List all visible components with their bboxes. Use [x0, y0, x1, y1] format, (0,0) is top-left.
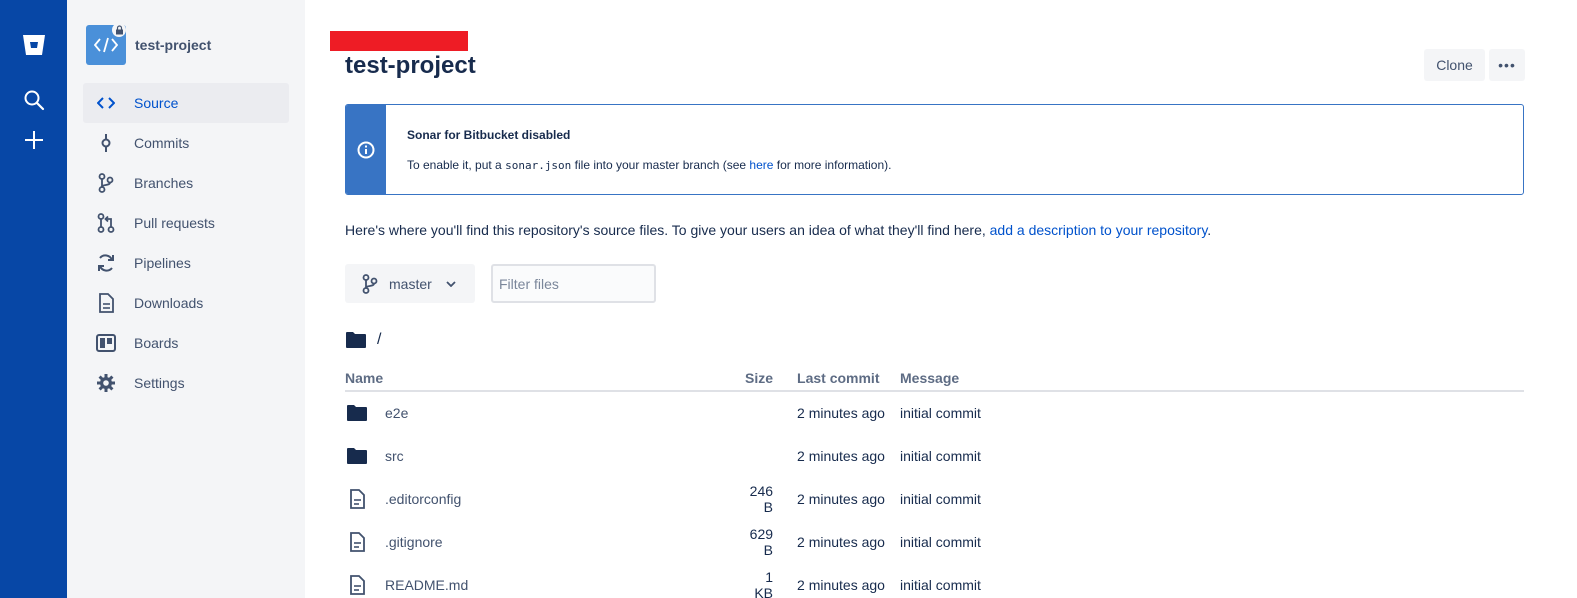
- file-last-commit: 2 minutes ago: [797, 490, 885, 507]
- banner-text-part: To enable it, put a: [407, 158, 506, 172]
- folder-icon: [345, 444, 369, 468]
- sidebar-item-label: Commits: [134, 135, 190, 151]
- search-icon[interactable]: [21, 87, 47, 113]
- file-size: 246 B: [749, 482, 774, 515]
- banner-text-part: for more information).: [773, 158, 892, 172]
- sidebar-item-source[interactable]: Source: [83, 83, 289, 123]
- branch-icon: [96, 173, 116, 193]
- sidebar-item-label: Settings: [134, 375, 185, 391]
- pull-request-icon: [96, 213, 116, 233]
- table-header-row: Name Size Last commit Message: [345, 365, 1524, 392]
- header-last-commit[interactable]: Last commit: [773, 365, 901, 392]
- file-message: initial commit: [900, 576, 981, 593]
- main-content: test-project Clone ••• Sonar for Bitbuck…: [305, 0, 1577, 598]
- add-description-link[interactable]: add a description to your repository: [990, 222, 1208, 238]
- file-message: initial commit: [900, 490, 981, 507]
- file-last-commit: 2 minutes ago: [797, 576, 885, 593]
- board-icon: [96, 333, 116, 353]
- lock-icon: [112, 23, 126, 37]
- redacted-breadcrumb: [330, 31, 468, 51]
- clone-button[interactable]: Clone: [1424, 49, 1485, 81]
- file-name-link[interactable]: src: [385, 448, 404, 464]
- file-icon: [345, 530, 369, 554]
- file-size: 629 B: [749, 525, 774, 558]
- download-document-icon: [96, 293, 116, 313]
- sidebar-item-settings[interactable]: Settings: [83, 363, 289, 403]
- file-name-link[interactable]: README.md: [385, 577, 468, 593]
- table-row[interactable]: e2e 2 minutes ago initial commit: [345, 391, 1524, 434]
- page-title: test-project: [345, 52, 476, 79]
- banner-code: sonar.json: [505, 159, 572, 172]
- table-row[interactable]: .editorconfig 246 B 2 minutes ago initia…: [345, 477, 1524, 520]
- sidebar-item-label: Branches: [134, 175, 194, 191]
- more-icon: •••: [1498, 57, 1516, 73]
- gear-icon: [96, 373, 116, 393]
- pipelines-icon: [96, 253, 116, 273]
- branch-selector[interactable]: master: [345, 264, 475, 303]
- banner-accent: [346, 105, 386, 194]
- file-icon: [345, 487, 369, 511]
- sidebar-item-boards[interactable]: Boards: [83, 323, 289, 363]
- file-message: initial commit: [900, 533, 981, 550]
- more-actions-button[interactable]: •••: [1489, 49, 1525, 81]
- file-name-link[interactable]: .gitignore: [385, 534, 443, 550]
- banner-text: To enable it, put a sonar.json file into…: [407, 158, 891, 172]
- sidebar-item-label: Source: [134, 95, 179, 111]
- file-name-link[interactable]: e2e: [385, 405, 408, 421]
- file-message: initial commit: [900, 405, 981, 421]
- repo-name[interactable]: test-project: [135, 37, 211, 53]
- bitbucket-logo-icon[interactable]: [21, 32, 47, 58]
- path-root[interactable]: /: [377, 331, 381, 349]
- branch-label: master: [389, 275, 432, 292]
- table-row[interactable]: .gitignore 629 B 2 minutes ago initial c…: [345, 520, 1524, 563]
- file-size: [745, 391, 773, 434]
- file-name-link[interactable]: .editorconfig: [385, 491, 461, 507]
- create-plus-icon[interactable]: [21, 127, 47, 153]
- sidebar-item-label: Boards: [134, 335, 179, 351]
- file-last-commit: 2 minutes ago: [797, 405, 885, 421]
- banner-title: Sonar for Bitbucket disabled: [407, 128, 571, 142]
- header-size[interactable]: Size: [745, 365, 774, 392]
- sidebar-item-downloads[interactable]: Downloads: [83, 283, 289, 323]
- sidebar-item-commits[interactable]: Commits: [83, 123, 289, 163]
- sidebar-item-pull-requests[interactable]: Pull requests: [83, 203, 289, 243]
- sidebar-item-label: Downloads: [134, 295, 204, 311]
- filter-files-input[interactable]: [491, 264, 656, 303]
- breadcrumb-path: /: [345, 331, 381, 349]
- sidebar-item-label: Pull requests: [134, 215, 215, 231]
- branch-icon: [361, 273, 379, 294]
- banner-here-link[interactable]: here: [749, 158, 773, 172]
- table-row[interactable]: README.md 1 KB 2 minutes ago initial com…: [345, 563, 1524, 598]
- info-banner: Sonar for Bitbucket disabled To enable i…: [345, 104, 1524, 195]
- header-name[interactable]: Name: [345, 365, 745, 392]
- banner-text-part: file into your master branch (see: [571, 158, 750, 172]
- source-code-icon: [96, 93, 116, 113]
- file-last-commit: 2 minutes ago: [797, 447, 885, 464]
- sidebar-item-pipelines[interactable]: Pipelines: [83, 243, 289, 283]
- folder-icon: [346, 332, 366, 348]
- file-table: Name Size Last commit Message e2e 2 minu…: [345, 365, 1524, 598]
- file-size: 1 KB: [754, 568, 774, 598]
- repo-description: Here's where you'll find this repository…: [345, 222, 1211, 238]
- folder-icon: [345, 401, 369, 425]
- sidebar-item-branches[interactable]: Branches: [83, 163, 289, 203]
- description-text: Here's where you'll find this repository…: [345, 222, 990, 238]
- file-icon: [345, 573, 369, 597]
- chevron-down-icon: [446, 280, 456, 287]
- commit-icon: [96, 133, 116, 153]
- file-size: [745, 434, 773, 477]
- global-nav: [0, 0, 67, 598]
- project-sidebar: test-project Source Commits Branches Pul…: [67, 0, 305, 598]
- file-message: initial commit: [900, 447, 981, 464]
- sidebar-item-label: Pipelines: [134, 255, 191, 271]
- table-row[interactable]: src 2 minutes ago initial commit: [345, 434, 1524, 477]
- file-last-commit: 2 minutes ago: [797, 533, 885, 550]
- description-suffix: .: [1207, 222, 1212, 238]
- header-message[interactable]: Message: [900, 365, 1524, 392]
- sidebar-nav: Source Commits Branches Pull requests Pi…: [83, 83, 289, 403]
- info-icon: [357, 141, 375, 158]
